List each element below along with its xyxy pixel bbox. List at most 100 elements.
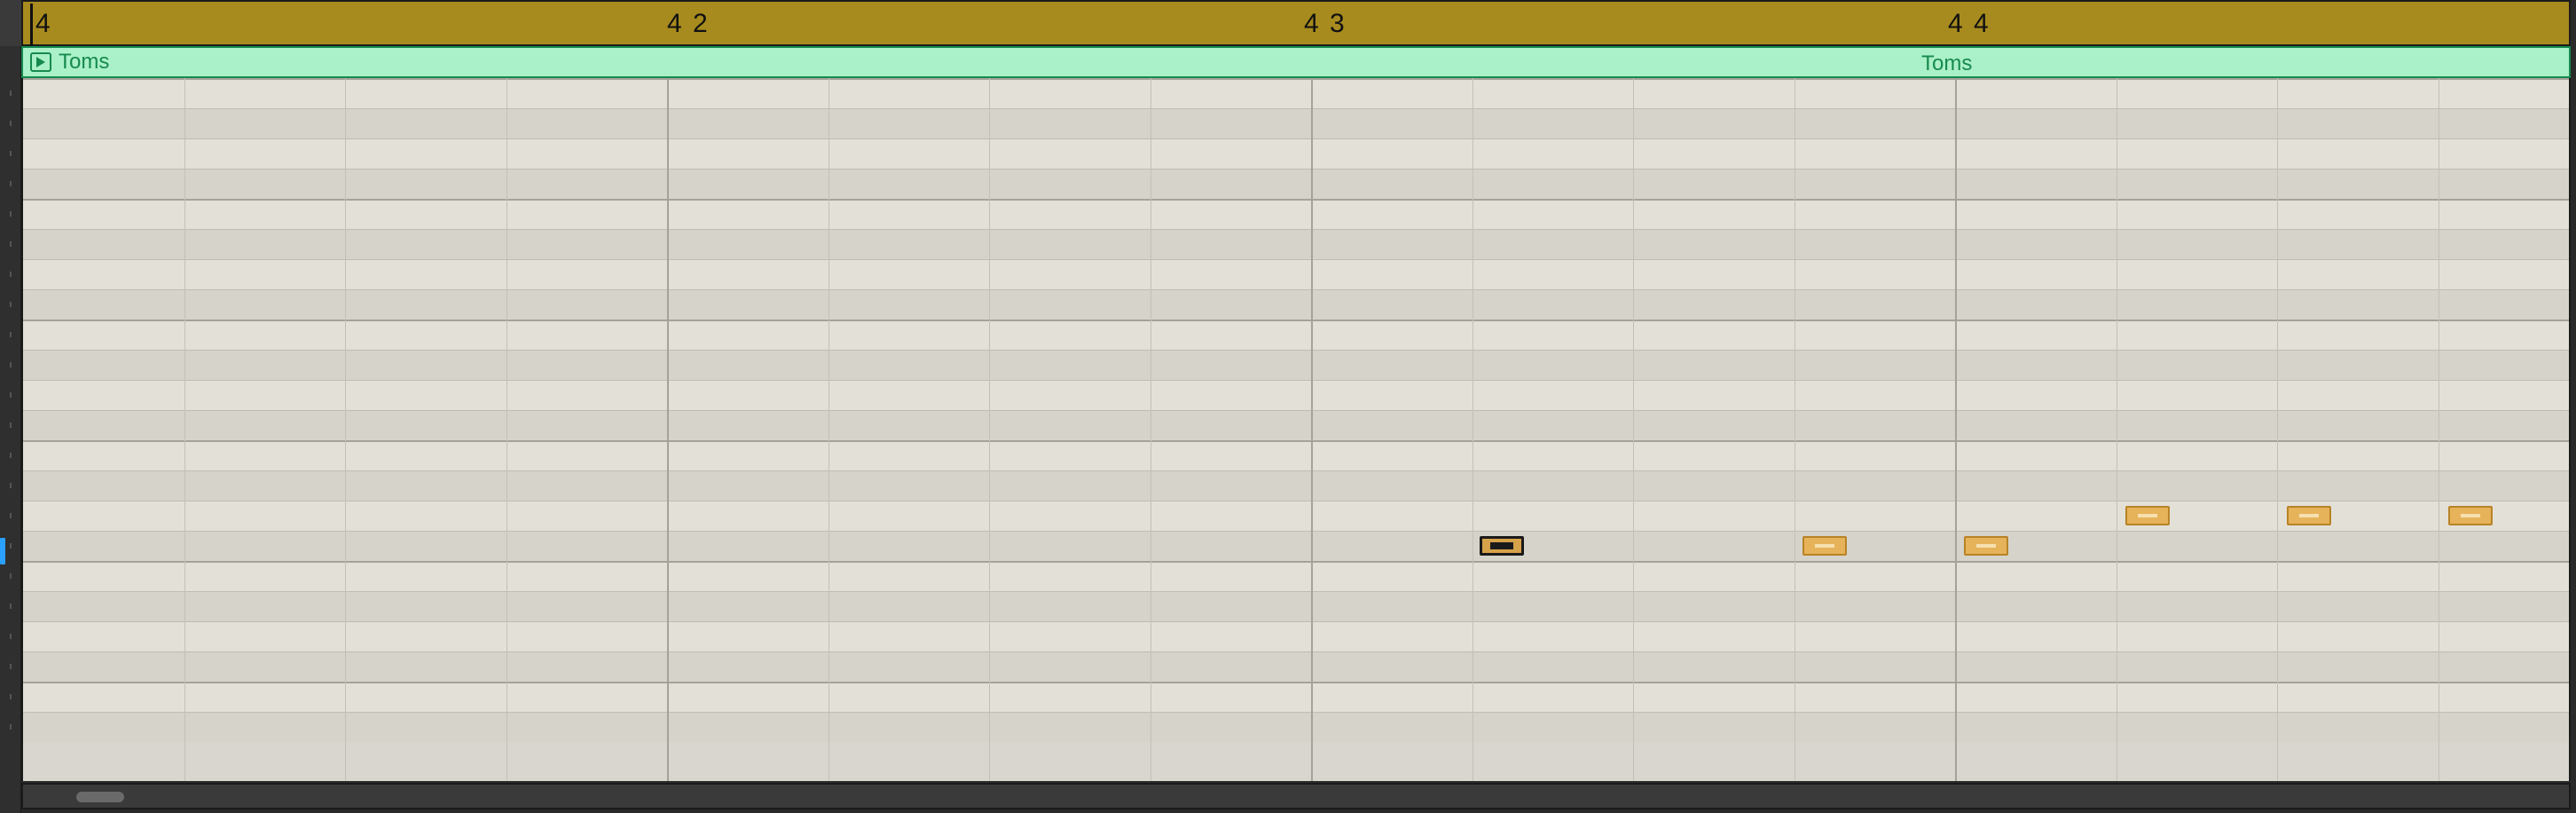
clip-play-button[interactable] [30,52,51,72]
gutter-tick [10,272,12,277]
gutter-tick [10,211,12,217]
left-gutter-header [0,0,21,46]
lane-separator [23,138,2569,139]
pitch-lane[interactable] [23,440,2569,470]
lane-separator [23,531,2569,532]
gridline-subdivision [345,78,346,781]
lane-group-separator [23,199,2569,201]
pitch-lane[interactable] [23,229,2569,259]
lane-group-separator [23,320,2569,321]
midi-note[interactable] [1802,536,1847,556]
gutter-tick [10,302,12,307]
gutter-tick [10,91,12,96]
gutter-tick [10,513,12,518]
gutter-tick [10,422,12,428]
lane-separator [23,712,2569,713]
lane-separator [23,289,2569,290]
pitch-lane[interactable] [23,621,2569,651]
clip-name-loop-marker: Toms [1921,51,1972,76]
keyboard-accent [0,538,5,564]
gridline-subdivision [989,78,990,781]
ruler-label-beat-3: 4 3 [1304,9,1347,39]
pitch-lane[interactable] [23,108,2569,138]
midi-note[interactable] [2287,506,2331,525]
note-velocity-indicator [2299,514,2319,517]
pitch-lane[interactable] [23,259,2569,289]
gridline-subdivision [1633,78,1634,781]
gutter-tick [10,604,12,609]
pitch-lane[interactable] [23,651,2569,682]
pitch-lane[interactable] [23,138,2569,169]
ruler-label-beat-2: 4 2 [667,9,710,39]
midi-editor-window: 4 4 2 4 3 4 4 Toms Toms [0,0,2576,813]
lane-separator [23,169,2569,170]
gutter-tick [10,332,12,337]
pitch-lane[interactable] [23,501,2569,531]
pitch-lane[interactable] [23,350,2569,380]
pitch-lane[interactable] [23,712,2569,742]
note-velocity-indicator [2461,514,2480,517]
midi-note[interactable] [1964,536,2008,556]
note-velocity-indicator [2138,514,2157,517]
lane-separator [23,229,2569,230]
ruler-label-bar: 4 [35,9,52,39]
gutter-tick [10,241,12,247]
pitch-lane[interactable] [23,470,2569,501]
lane-separator [23,410,2569,411]
lane-separator [23,651,2569,652]
gridline-subdivision [2277,78,2278,781]
note-editor[interactable] [21,78,2571,781]
pitch-lane[interactable] [23,591,2569,621]
midi-note-selected[interactable] [1480,536,1524,556]
left-gutter [0,0,21,813]
clip-name: Toms [59,50,109,75]
pitch-lane[interactable] [23,531,2569,561]
lane-group-separator [23,78,2569,80]
pitch-lane[interactable] [23,380,2569,410]
horizontal-scrollbar-thumb[interactable] [76,792,124,802]
gutter-tick [10,362,12,367]
gutter-tick [10,151,12,156]
timeline-ruler[interactable]: 4 4 2 4 3 4 4 [21,0,2571,46]
lane-separator [23,350,2569,351]
pitch-lane[interactable] [23,289,2569,320]
horizontal-scrollbar-track[interactable] [21,783,2571,809]
lane-separator [23,259,2569,260]
play-icon [36,57,45,67]
pitch-lane[interactable] [23,682,2569,712]
pitch-lane[interactable] [23,561,2569,591]
gutter-tick [10,634,12,639]
pitch-lane[interactable] [23,78,2569,108]
pitch-lane[interactable] [23,320,2569,350]
pitch-lane[interactable] [23,169,2569,199]
lane-separator [23,108,2569,109]
ruler-bar-tick [30,4,33,46]
lane-group-separator [23,440,2569,442]
note-velocity-indicator [1976,544,1996,548]
clip-header[interactable]: Toms Toms [21,46,2571,78]
note-velocity-indicator [1490,542,1513,549]
note-velocity-indicator [1815,544,1834,548]
gutter-tick [10,483,12,488]
gutter-tick [10,121,12,126]
gridline-beat [1311,78,1313,781]
gridline-beat [1955,78,1957,781]
gridline-beat [667,78,669,781]
lane-group-separator [23,561,2569,563]
pitch-lane[interactable] [23,199,2569,229]
gutter-tick [10,573,12,579]
ruler-label-beat-4: 4 4 [1948,9,1991,39]
lane-separator [23,380,2569,381]
lane-group-separator [23,682,2569,683]
gutter-tick [10,392,12,398]
lane-separator [23,470,2569,471]
gutter-tick [10,724,12,730]
midi-note[interactable] [2125,506,2170,525]
pitch-lane[interactable] [23,410,2569,440]
gutter-tick [10,543,12,549]
midi-note[interactable] [2448,506,2493,525]
lane-separator [23,621,2569,622]
gutter-tick [10,694,12,699]
lane-separator [23,591,2569,592]
gutter-tick [10,664,12,669]
